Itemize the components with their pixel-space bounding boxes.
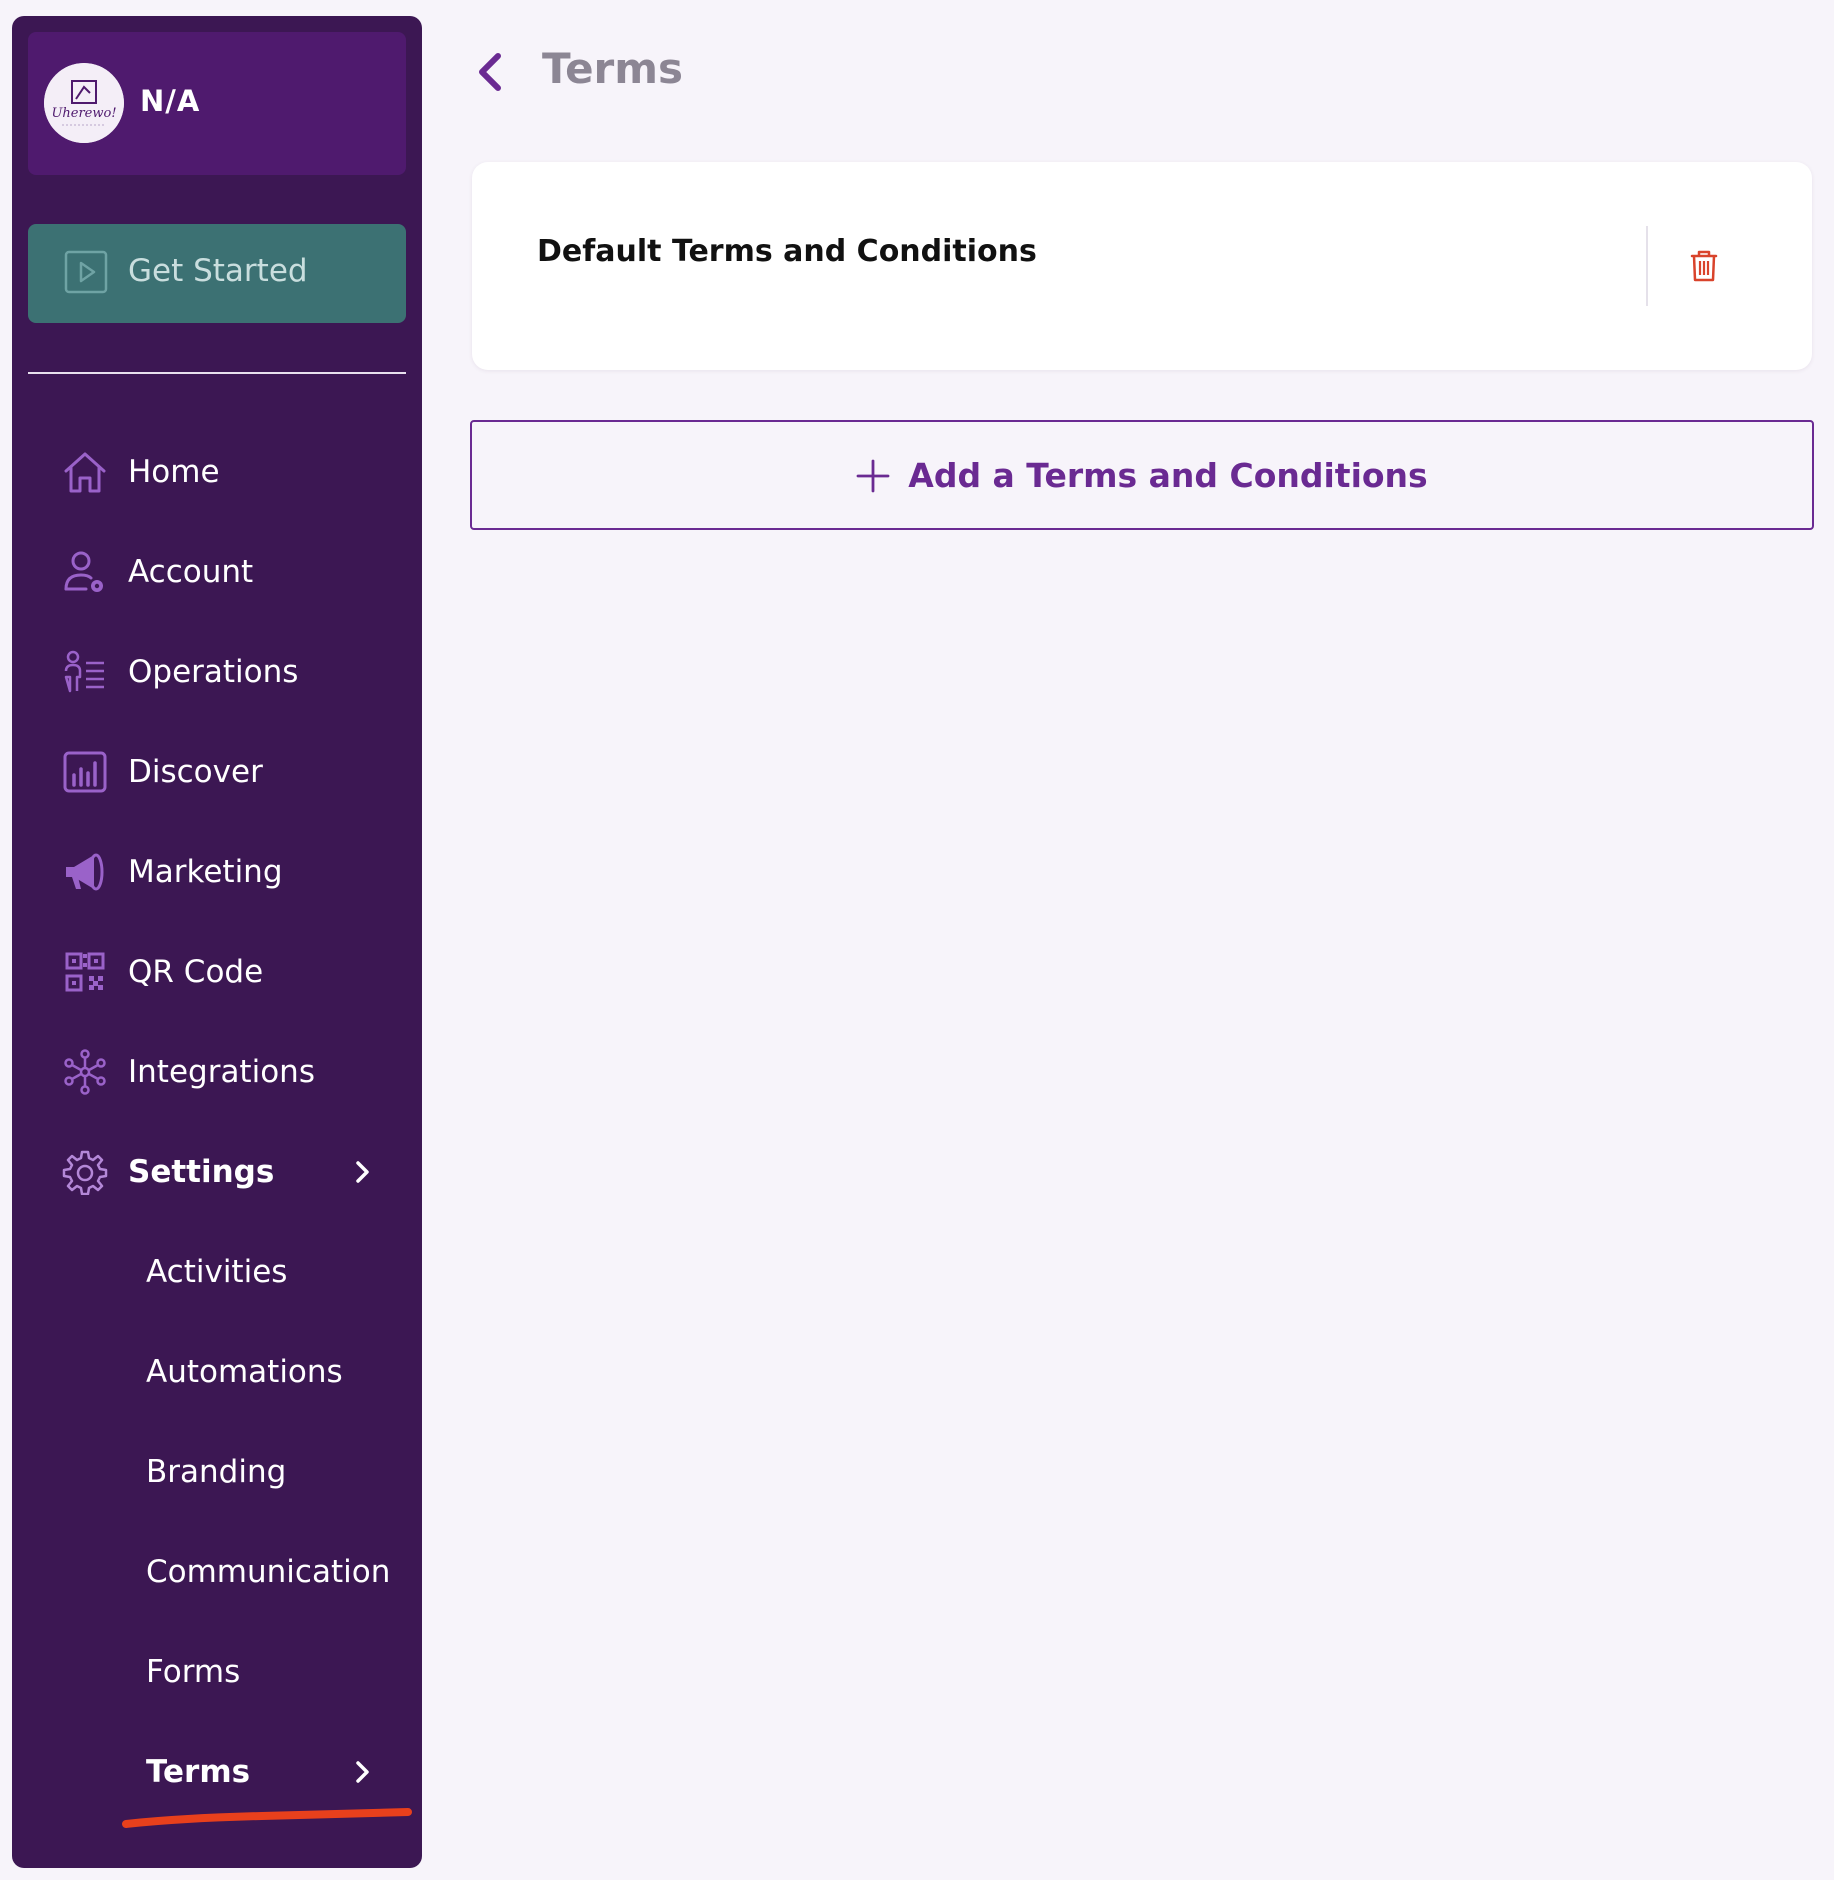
home-icon [64,452,106,493]
integrations-icon [64,1049,106,1095]
get-started-button[interactable]: Get Started [28,224,406,323]
add-terms-button-label: Add a Terms and Conditions [908,456,1428,495]
get-started-label: Get Started [128,253,308,289]
settings-sub-item-terms[interactable]: Terms [28,1737,406,1807]
add-terms-button-content: Add a Terms and Conditions [472,456,1812,495]
sidebar-item-label: Home [128,454,220,490]
gear-icon [62,1150,108,1195]
terms-card: Default Terms and Conditions [472,162,1812,370]
settings-sub-item-label: Forms [146,1654,241,1690]
play-video-icon [64,250,108,294]
sidebar-item-marketing[interactable]: Marketing [28,837,406,907]
operations-icon [64,650,104,693]
plus-icon [856,459,890,492]
sidebar-item-home[interactable]: Home [28,437,406,507]
sidebar-item-qr-code[interactable]: QR Code [28,937,406,1007]
sidebar-item-settings[interactable]: Settings [28,1137,406,1207]
settings-sub-item-automations[interactable]: Automations [28,1337,406,1407]
sidebar-item-account[interactable]: Account [28,537,406,607]
sidebar-item-label: Marketing [128,854,283,890]
bar-chart-icon [63,751,107,793]
card-divider [1646,226,1648,306]
sidebar-item-label: Integrations [128,1054,315,1090]
settings-sub-item-label: Activities [146,1254,288,1290]
sidebar-item-label: QR Code [128,954,264,990]
trash-icon[interactable] [1680,242,1728,290]
chevron-right-icon [356,1761,369,1783]
sidebar-item-operations[interactable]: Operations [28,637,406,707]
settings-sub-item-communication[interactable]: Communication [28,1537,406,1607]
megaphone-icon [66,853,104,891]
settings-sub-item-label: Branding [146,1454,287,1490]
org-logo: Uherewo! [44,63,124,143]
account-settings-icon [64,551,103,592]
sidebar-item-label: Operations [128,654,299,690]
sidebar-item-label: Settings [128,1154,275,1190]
settings-sub-item-label: Automations [146,1354,343,1390]
settings-sub-item-label: Communication [146,1554,391,1590]
org-name: N/A [140,84,201,118]
svg-text:Uherewo!: Uherewo! [51,106,116,121]
chevron-right-icon [356,1161,369,1183]
settings-sub-item-branding[interactable]: Branding [28,1437,406,1507]
add-terms-button[interactable]: Add a Terms and Conditions [470,420,1814,530]
back-chevron-icon[interactable] [470,50,510,94]
sidebar-item-label: Discover [128,754,263,790]
sidebar-divider [28,372,406,374]
sidebar-item-integrations[interactable]: Integrations [28,1037,406,1107]
sidebar: Uherewo! N/A Get Started Home Account Op… [12,16,422,1868]
settings-sub-item-label: Terms [146,1754,251,1790]
annotation-underline [122,1808,412,1828]
page-title: Terms [542,44,684,93]
org-switcher[interactable]: Uherewo! N/A [28,32,406,175]
qr-code-icon [65,952,105,992]
settings-sub-item-activities[interactable]: Activities [28,1237,406,1307]
sidebar-item-label: Account [128,554,254,590]
terms-item-title[interactable]: Default Terms and Conditions [537,234,1037,269]
settings-sub-item-forms[interactable]: Forms [28,1637,406,1707]
sidebar-item-discover[interactable]: Discover [28,737,406,807]
